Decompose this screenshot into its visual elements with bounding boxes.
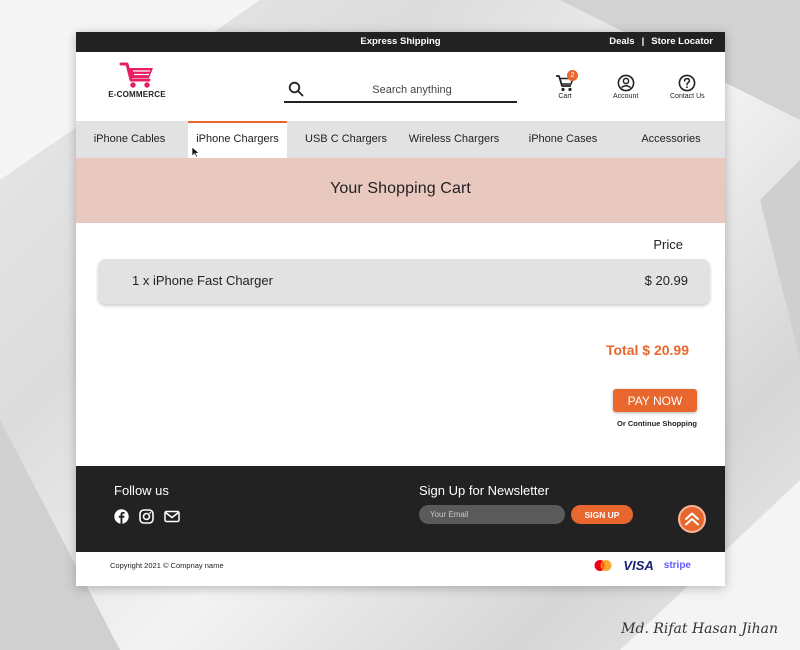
cart-total: Total $ 20.99 <box>605 342 689 358</box>
site-header: E-COMMERCE 2 Cart <box>76 52 725 121</box>
instagram-icon[interactable] <box>139 509 154 524</box>
sign-up-button[interactable]: SIGN UP <box>571 505 633 524</box>
social-links <box>114 509 180 524</box>
search-bar <box>284 78 517 103</box>
cart-item-row[interactable]: 1 x iPhone Fast Charger $ 20.99 <box>98 259 710 304</box>
shopping-cart-logo-icon <box>119 62 153 88</box>
pay-now-button[interactable]: PAY NOW <box>613 389 697 412</box>
scroll-to-top-button[interactable] <box>678 505 706 533</box>
facebook-icon[interactable] <box>114 509 129 524</box>
browser-frame: Express Shipping Deals | Store Locator E… <box>76 32 725 586</box>
account-label: Account <box>613 93 639 100</box>
double-chevron-up-icon <box>685 512 699 526</box>
visa-logo: VISA <box>623 558 654 573</box>
newsletter-email-field[interactable] <box>419 505 565 524</box>
stripe-logo: stripe <box>663 560 691 571</box>
payment-methods: VISA stripe <box>593 558 691 573</box>
cart-item-price: $ 20.99 <box>644 273 688 288</box>
cart-button[interactable]: 2 Cart <box>554 70 578 100</box>
help-icon <box>678 74 696 92</box>
top-bar: Express Shipping Deals | Store Locator <box>76 32 725 52</box>
designer-signature: Md. Rifat Hasan Jihan <box>621 621 778 637</box>
copyright-text: Copyright 2021 © Compnay name <box>110 561 224 570</box>
site-footer: Follow us Sign Up for Newsletter SIGN UP <box>76 466 725 552</box>
follow-us-title: Follow us <box>114 483 169 498</box>
nav-item-wireless-chargers[interactable]: Wireless Chargers <box>398 121 510 158</box>
account-icon <box>617 74 635 92</box>
mastercard-icon <box>594 560 612 571</box>
contact-us-button[interactable]: Contact Us <box>670 74 705 100</box>
top-links-separator: | <box>641 36 645 47</box>
cart-label: Cart <box>558 93 572 100</box>
cart-banner: Your Shopping Cart <box>76 158 725 223</box>
deals-link[interactable]: Deals <box>609 36 634 47</box>
mouse-cursor-icon <box>191 146 201 158</box>
continue-shopping-link[interactable]: Or Continue Shopping <box>617 419 697 428</box>
logo-text: E-COMMERCE <box>108 90 166 99</box>
contact-us-label: Contact Us <box>670 93 705 100</box>
search-icon[interactable] <box>288 81 304 97</box>
nav-item-usb-c-chargers[interactable]: USB C Chargers <box>296 121 396 158</box>
cart-count-badge: 2 <box>567 70 578 81</box>
site-logo[interactable]: E-COMMERCE <box>102 60 172 99</box>
category-nav: iPhone Cables iPhone Chargers USB C Char… <box>76 121 725 158</box>
account-button[interactable]: Account <box>613 74 638 100</box>
cart-area: Price 1 x iPhone Fast Charger $ 20.99 To… <box>76 223 725 466</box>
cart-item-name: 1 x iPhone Fast Charger <box>132 273 273 288</box>
price-column-header: Price <box>653 237 683 252</box>
search-input[interactable] <box>314 81 510 99</box>
nav-item-iphone-chargers[interactable]: iPhone Chargers <box>188 121 287 158</box>
store-locator-link[interactable]: Store Locator <box>651 36 713 47</box>
nav-item-iphone-cases[interactable]: iPhone Cases <box>516 121 610 158</box>
bottom-bar: Copyright 2021 © Compnay name VISA strip… <box>76 552 725 586</box>
top-links: Deals | Store Locator <box>609 36 713 47</box>
nav-item-iphone-cables[interactable]: iPhone Cables <box>76 121 183 158</box>
mail-icon[interactable] <box>164 509 180 524</box>
page-title: Your Shopping Cart <box>330 180 471 197</box>
newsletter-title: Sign Up for Newsletter <box>419 483 550 498</box>
nav-item-accessories[interactable]: Accessories <box>624 121 718 158</box>
